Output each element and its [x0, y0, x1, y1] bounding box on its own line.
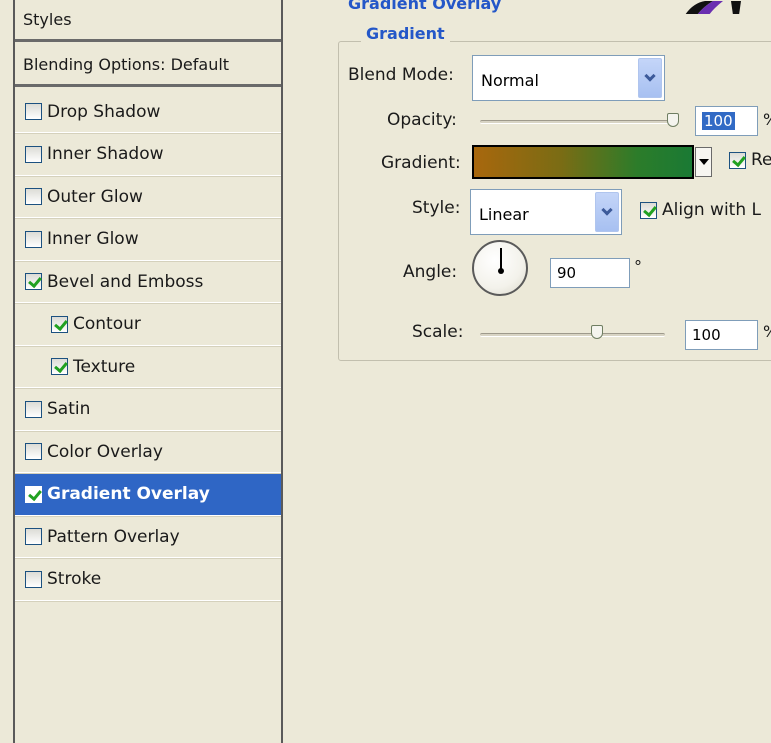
- style-item-contour[interactable]: Contour: [15, 304, 281, 346]
- style-item-checkbox[interactable]: [25, 103, 42, 120]
- style-item-label: Texture: [73, 356, 136, 377]
- style-label: Style:: [412, 198, 461, 218]
- blend-mode-value: Normal: [481, 71, 539, 90]
- angle-unit: °: [634, 257, 642, 276]
- scale-value: 100: [692, 326, 721, 344]
- style-item-label: Stroke: [47, 569, 102, 589]
- style-item-bevel-and-emboss[interactable]: Bevel and Emboss: [15, 261, 281, 303]
- style-item-pattern-overlay[interactable]: Pattern Overlay: [15, 516, 281, 558]
- style-item-checkbox[interactable]: [25, 400, 42, 418]
- angle-label: Angle:: [403, 262, 458, 282]
- opacity-slider-thumb[interactable]: [667, 113, 679, 127]
- styles-list-panel: Styles Blending Options: Default Drop Sh…: [13, 0, 283, 743]
- angle-needle: [500, 248, 502, 270]
- style-item-checkbox[interactable]: [51, 315, 68, 333]
- style-item-gradient-overlay[interactable]: Gradient Overlay: [15, 473, 281, 516]
- corner-artwork-image: [683, 0, 743, 14]
- opacity-input[interactable]: 100: [695, 106, 758, 136]
- gradient-overlay-panel: Gradient Overlay Gradient Blend Mode: No…: [285, 0, 771, 743]
- style-item-label: Pattern Overlay: [47, 526, 180, 547]
- scale-slider-track[interactable]: [480, 333, 665, 337]
- angle-value: 90: [557, 264, 577, 282]
- blend-mode-label: Blend Mode:: [348, 65, 454, 85]
- style-value: Linear: [479, 205, 529, 224]
- style-item-checkbox[interactable]: [51, 358, 68, 375]
- chevron-down-icon[interactable]: [638, 58, 662, 98]
- style-item-outer-glow[interactable]: Outer Glow: [15, 176, 281, 218]
- scale-unit: %: [763, 322, 771, 341]
- blend-mode-select[interactable]: Normal: [472, 55, 665, 101]
- style-item-label: Inner Glow: [47, 229, 139, 249]
- style-item-label: Inner Shadow: [47, 144, 164, 164]
- style-item-inner-shadow[interactable]: Inner Shadow: [15, 134, 281, 176]
- style-item-checkbox[interactable]: [25, 528, 42, 545]
- style-item-texture[interactable]: Texture: [15, 346, 281, 388]
- style-item-checkbox[interactable]: [25, 273, 42, 290]
- opacity-value: 100: [702, 112, 735, 130]
- opacity-slider-track[interactable]: [480, 120, 675, 124]
- style-item-checkbox[interactable]: [25, 188, 42, 205]
- gradient-label: Gradient:: [381, 153, 461, 173]
- style-select[interactable]: Linear: [470, 189, 622, 235]
- styles-header[interactable]: Styles: [15, 0, 281, 42]
- chevron-down-icon[interactable]: [595, 192, 619, 232]
- style-item-label: Gradient Overlay: [47, 484, 210, 504]
- style-item-label: Color Overlay: [47, 441, 163, 462]
- angle-hub: [498, 268, 504, 274]
- blending-options-label: Blending Options: Default: [23, 55, 230, 74]
- align-checkbox-row[interactable]: Align with L: [640, 200, 761, 220]
- opacity-label: Opacity:: [387, 110, 457, 130]
- style-item-stroke[interactable]: Stroke: [15, 559, 281, 601]
- angle-dial[interactable]: [472, 240, 528, 296]
- reverse-label: Re: [751, 150, 771, 170]
- style-item-checkbox[interactable]: [25, 485, 42, 503]
- align-checkbox[interactable]: [640, 201, 657, 219]
- opacity-unit: %: [763, 110, 771, 129]
- style-item-satin[interactable]: Satin: [15, 389, 281, 431]
- blending-options-item[interactable]: Blending Options: Default: [15, 45, 281, 87]
- style-item-checkbox[interactable]: [25, 443, 42, 460]
- style-item-label: Satin: [47, 399, 91, 419]
- section-title: Gradient Overlay: [348, 0, 502, 13]
- style-item-checkbox[interactable]: [25, 230, 42, 248]
- style-item-checkbox[interactable]: [25, 570, 42, 588]
- style-item-drop-shadow[interactable]: Drop Shadow: [15, 91, 281, 133]
- scale-input[interactable]: 100: [685, 320, 758, 350]
- style-item-inner-glow[interactable]: Inner Glow: [15, 219, 281, 261]
- gradient-picker-button[interactable]: [695, 147, 712, 177]
- style-item-color-overlay[interactable]: Color Overlay: [15, 431, 281, 473]
- style-item-label: Drop Shadow: [47, 101, 161, 122]
- triangle-down-icon: [698, 159, 709, 165]
- align-label: Align with L: [662, 200, 761, 220]
- angle-input[interactable]: 90: [550, 258, 630, 288]
- style-item-checkbox[interactable]: [25, 145, 42, 163]
- style-item-label: Contour: [73, 314, 141, 334]
- style-item-label: Outer Glow: [47, 186, 143, 207]
- style-item-label: Bevel and Emboss: [47, 271, 204, 292]
- gradient-swatch[interactable]: [472, 145, 694, 179]
- group-title: Gradient: [361, 24, 450, 43]
- reverse-checkbox-row[interactable]: Re: [729, 150, 771, 170]
- scale-slider-thumb[interactable]: [591, 325, 603, 339]
- styles-header-label: Styles: [23, 10, 72, 29]
- scale-label: Scale:: [412, 322, 464, 342]
- reverse-checkbox[interactable]: [729, 151, 746, 169]
